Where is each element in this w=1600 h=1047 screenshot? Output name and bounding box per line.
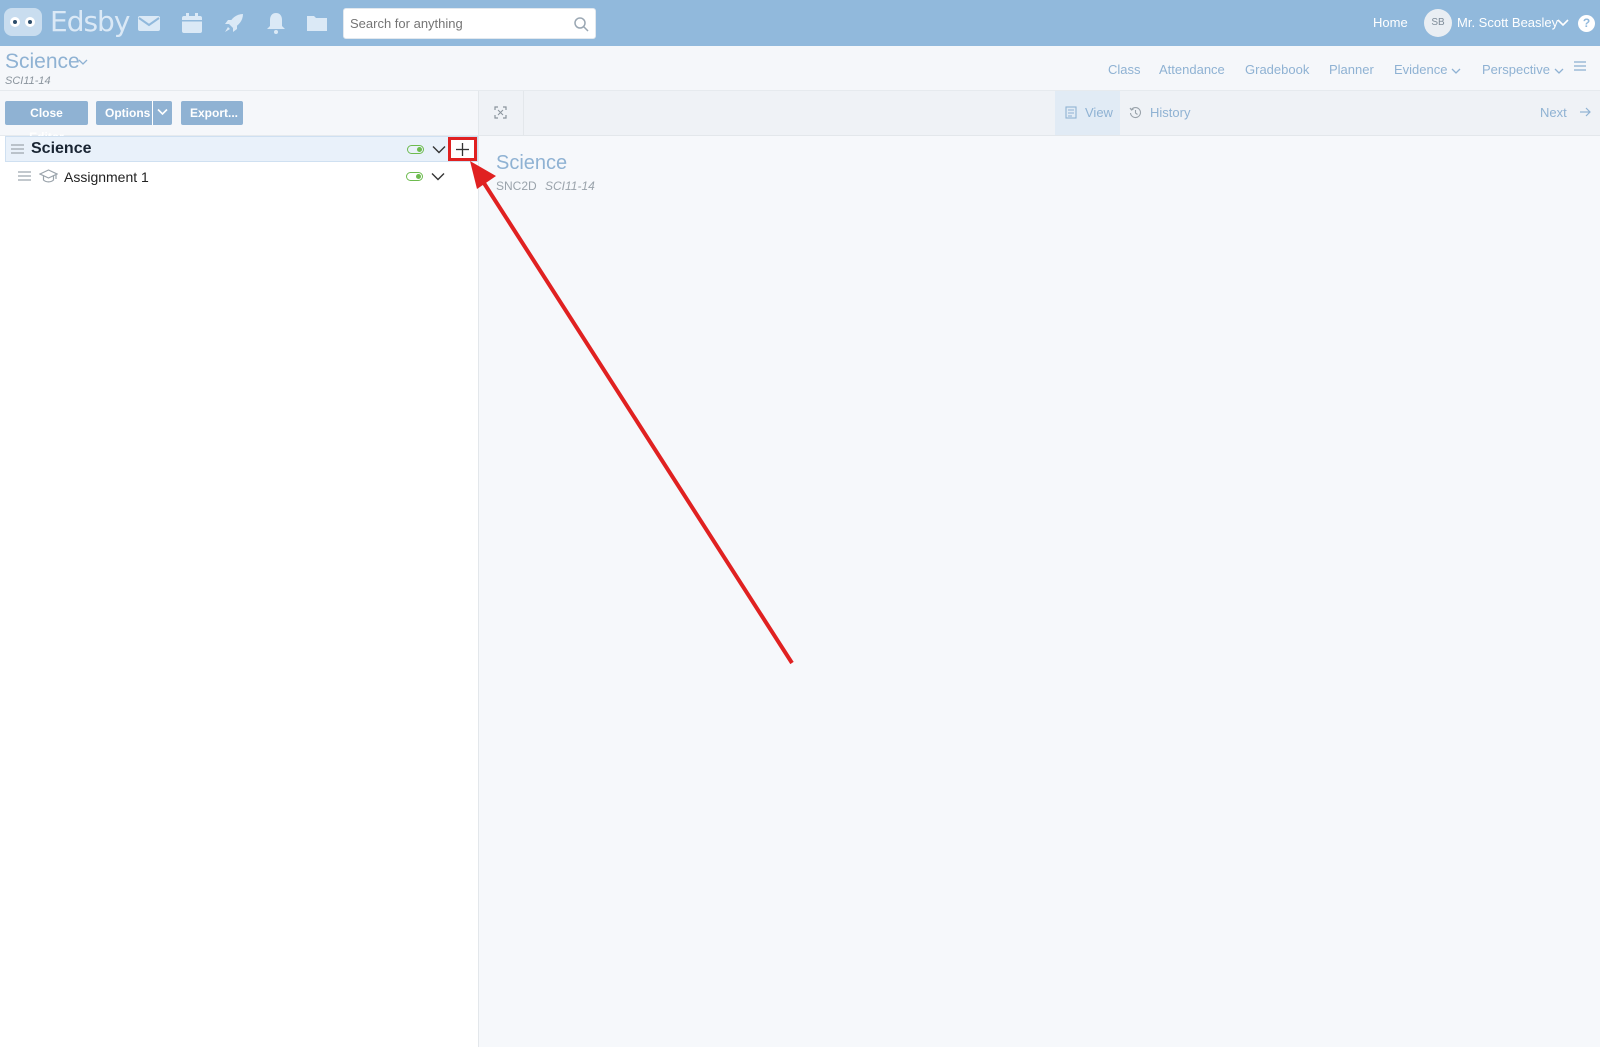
bell-icon[interactable]	[264, 11, 288, 35]
plus-icon	[456, 143, 469, 156]
hamburger-menu-icon[interactable]	[1573, 59, 1587, 73]
content-panel: View History Next Science SNC2D SCI11-14	[479, 91, 1600, 1047]
class-code: SCI11-14	[5, 75, 51, 87]
nav-gradebook[interactable]: Gradebook	[1245, 62, 1309, 77]
home-link[interactable]: Home	[1373, 15, 1408, 30]
document-icon	[1065, 106, 1077, 119]
drag-handle-icon[interactable]	[18, 170, 31, 182]
search-input[interactable]	[344, 9, 566, 38]
nav-evidence[interactable]: Evidence	[1394, 62, 1461, 77]
nav-perspective[interactable]: Perspective	[1482, 62, 1564, 77]
outline-panel: Close Editor Options Export... Science A…	[0, 91, 479, 1047]
top-bar: Edsby Home SB Mr. Scott Beasley ?	[0, 0, 1600, 46]
search-box	[343, 8, 596, 39]
search-icon[interactable]	[573, 16, 589, 32]
options-dropdown-button[interactable]	[152, 101, 172, 125]
rocket-icon[interactable]	[222, 11, 246, 35]
expand-button[interactable]	[479, 91, 524, 135]
avatar[interactable]: SB	[1424, 9, 1452, 37]
content-toolbar: View History Next	[479, 91, 1600, 136]
nav-planner[interactable]: Planner	[1329, 62, 1374, 77]
chevron-down-icon	[157, 108, 168, 116]
history-icon[interactable]	[1129, 106, 1142, 119]
tree-item-science[interactable]: Science	[5, 136, 478, 162]
visibility-toggle-icon[interactable]	[406, 172, 423, 181]
tree-item-assignment-1[interactable]: Assignment 1	[5, 164, 478, 190]
editor-toolbar: Close Editor Options Export...	[0, 91, 478, 144]
class-header: Science SCI11-14 Class Attendance Gradeb…	[0, 46, 1600, 91]
folder-icon[interactable]	[305, 11, 329, 35]
arrow-right-icon[interactable]	[1579, 106, 1591, 118]
class-title[interactable]: Science	[5, 50, 80, 74]
nav-class[interactable]: Class	[1108, 62, 1141, 77]
close-editor-button[interactable]: Close Editor	[5, 101, 88, 144]
nav-evidence-label: Evidence	[1394, 62, 1448, 77]
next-button[interactable]: Next	[1540, 105, 1567, 120]
edsby-logo[interactable]: Edsby	[4, 5, 130, 38]
visibility-toggle-icon[interactable]	[407, 145, 424, 154]
logo-text: Edsby	[50, 5, 130, 38]
chevron-down-icon[interactable]	[431, 172, 445, 181]
logo-face-icon	[4, 7, 42, 36]
graduation-cap-icon	[39, 169, 58, 183]
nav-perspective-label: Perspective	[1482, 62, 1550, 77]
chevron-down-icon[interactable]	[432, 145, 446, 154]
tab-history[interactable]: History	[1150, 105, 1190, 120]
content-title: Science	[496, 152, 568, 174]
export-button[interactable]: Export...	[181, 101, 243, 125]
expand-icon	[494, 106, 507, 119]
chevron-down-icon	[1554, 68, 1564, 74]
tree-item-label: Assignment 1	[64, 169, 149, 185]
chevron-down-icon[interactable]	[1557, 18, 1569, 28]
tab-view[interactable]: View	[1055, 91, 1120, 135]
chevron-down-icon	[1452, 68, 1461, 74]
calendar-icon[interactable]	[180, 11, 204, 35]
help-icon[interactable]: ?	[1578, 15, 1595, 32]
class-code-italic: SCI11-14	[545, 179, 595, 193]
tab-view-label: View	[1085, 105, 1113, 120]
chevron-down-icon[interactable]	[78, 58, 88, 66]
course-code: SNC2D	[496, 179, 537, 193]
user-menu[interactable]: Mr. Scott Beasley	[1457, 15, 1558, 30]
options-button[interactable]: Options	[96, 101, 153, 125]
drag-handle-icon[interactable]	[11, 143, 24, 155]
add-item-button[interactable]	[448, 137, 477, 161]
mail-icon[interactable]	[137, 11, 161, 35]
tree-item-label: Science	[31, 140, 92, 157]
nav-attendance[interactable]: Attendance	[1159, 62, 1225, 77]
